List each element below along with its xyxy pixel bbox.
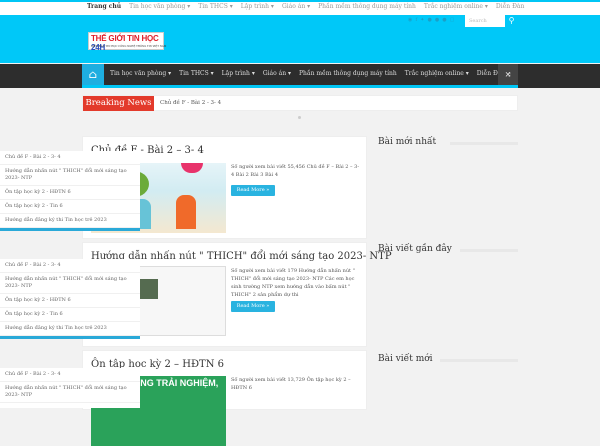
- top-menu-item[interactable]: Tin THCS ▾: [198, 3, 233, 10]
- site-logo[interactable]: THẾ GIỚI TIN HỌC 24H DIỄN ĐÀN TIN HỌC CÔ…: [88, 32, 167, 52]
- widget-link[interactable]: Ôn tập học kỳ 2 - HĐTN 6: [0, 186, 140, 200]
- breaking-news: Breaking News Chủ đề F - Bài 2 - 3- 4: [82, 95, 518, 111]
- site-header: THẾ GIỚI TIN HỌC 24H DIỄN ĐÀN TIN HỌC CÔ…: [0, 15, 600, 63]
- pinterest-icon[interactable]: ●: [442, 17, 446, 23]
- top-menu-item[interactable]: Trắc nghiệm online ▾: [424, 3, 488, 10]
- top-menu-home[interactable]: Trang chủ: [87, 3, 121, 10]
- top-menu-item[interactable]: Giáo án ▾: [282, 3, 310, 10]
- post-excerpt: Số người xem bài viết 13,729 Ôn tập học …: [231, 377, 351, 391]
- widget-link[interactable]: Hướng dẫn đăng ký thi Tin học trẻ 2023: [0, 214, 140, 228]
- divider: [460, 249, 518, 252]
- widget-link[interactable]: Hướng dẫn nhấn nút " THICH" đổi mới sáng…: [0, 273, 140, 294]
- facebook-icon[interactable]: f: [415, 17, 417, 23]
- read-more-button[interactable]: Read More »: [231, 185, 275, 196]
- instagram-icon[interactable]: ▢: [450, 17, 455, 23]
- search-icon[interactable]: ⚲: [505, 15, 518, 27]
- read-more-button[interactable]: Read More »: [231, 301, 275, 312]
- shuffle-icon[interactable]: ⤨: [498, 64, 518, 85]
- post-excerpt: Số người xem bài viết 179 Hướng dẫn nhấn…: [231, 268, 355, 298]
- widget-latest: Chủ đề F - Bài 2 - 3- 4 Hướng dẫn nhấn n…: [0, 151, 140, 231]
- widget-title: Bài mới nhất: [378, 137, 437, 147]
- logo-title-text: THẾ GIỚI TIN HỌC: [91, 34, 159, 43]
- widget-link[interactable]: Chủ đề F - Bài 2 - 3- 4: [0, 368, 140, 382]
- dribbble-icon[interactable]: ●: [435, 17, 439, 23]
- post-excerpt: Số người xem bài viết 55,456 Chủ đề F – …: [231, 164, 360, 178]
- top-menu-item[interactable]: Tin học văn phòng ▾: [129, 3, 190, 10]
- nav-item[interactable]: Lập trình ▾: [222, 70, 255, 77]
- widget-link[interactable]: Ôn tập học kỳ 2 - HĐTN 6: [0, 294, 140, 308]
- widget-link[interactable]: Ôn tập học kỳ 2 - Tin 6: [0, 308, 140, 322]
- widget-title: Bài viết gần đây: [378, 244, 452, 254]
- logo-subtitle: DIỄN ĐÀN TIN HỌC CÔNG NGHỆ THÔNG TIN VIỆ…: [91, 45, 167, 48]
- top-menu-item[interactable]: Diễn Đàn: [496, 3, 524, 10]
- divider: [440, 359, 518, 362]
- search-input[interactable]: Search: [465, 15, 505, 27]
- breaking-news-link[interactable]: Chủ đề F - Bài 2 - 3- 4: [160, 100, 221, 106]
- widget-link[interactable]: Chủ đề F - Bài 2 - 3- 4: [0, 259, 140, 273]
- nav-item[interactable]: Giáo án ▾: [263, 70, 291, 77]
- widget-recent: Chủ đề F - Bài 2 - 3- 4 Hướng dẫn nhấn n…: [0, 259, 140, 339]
- social-icons: ◉ f ✦ ● ● ● ▢: [408, 17, 454, 23]
- loading-dot: [298, 116, 301, 119]
- divider: [450, 142, 518, 145]
- top-menu-item[interactable]: Phần mềm thông dụng máy tính: [318, 3, 416, 10]
- widget-link[interactable]: Hướng dẫn nhấn nút " THICH" đổi mới sáng…: [0, 165, 140, 186]
- home-icon[interactable]: ⌂: [82, 64, 104, 85]
- logo-title: THẾ GIỚI TIN HỌC 24H: [91, 34, 163, 52]
- nav-item[interactable]: Phần mềm thông dụng máy tính: [299, 70, 397, 77]
- nav-item[interactable]: Tin học văn phòng ▾: [110, 70, 171, 77]
- google-plus-icon[interactable]: ●: [427, 17, 431, 23]
- widget-new: Chủ đề F - Bài 2 - 3- 4 Hướng dẫn nhấn n…: [0, 368, 140, 408]
- top-menu-item[interactable]: Lập trình ▾: [241, 3, 274, 10]
- widget-link[interactable]: Chủ đề F - Bài 2 - 3- 4: [0, 151, 140, 165]
- nav-item[interactable]: Trắc nghiệm online ▾: [405, 70, 469, 77]
- rss-icon[interactable]: ◉: [408, 17, 412, 23]
- top-menu: Trang chủ Tin học văn phòng ▾ Tin THCS ▾…: [87, 3, 524, 10]
- widget-title: Bài viết mới: [378, 354, 433, 364]
- main-nav: ⌂ Tin học văn phòng ▾ Tin THCS ▾ Lập trì…: [82, 64, 518, 88]
- breaking-news-label: Breaking News: [83, 96, 154, 111]
- twitter-icon[interactable]: ✦: [420, 17, 424, 23]
- widget-link[interactable]: Ôn tập học kỳ 2 - Tin 6: [0, 200, 140, 214]
- widget-link[interactable]: Hướng dẫn đăng ký thi Tin học trẻ 2023: [0, 322, 140, 336]
- top-bar: Trang chủ Tin học văn phòng ▾ Tin THCS ▾…: [0, 0, 600, 15]
- nav-item[interactable]: Tin THCS ▾: [179, 70, 214, 77]
